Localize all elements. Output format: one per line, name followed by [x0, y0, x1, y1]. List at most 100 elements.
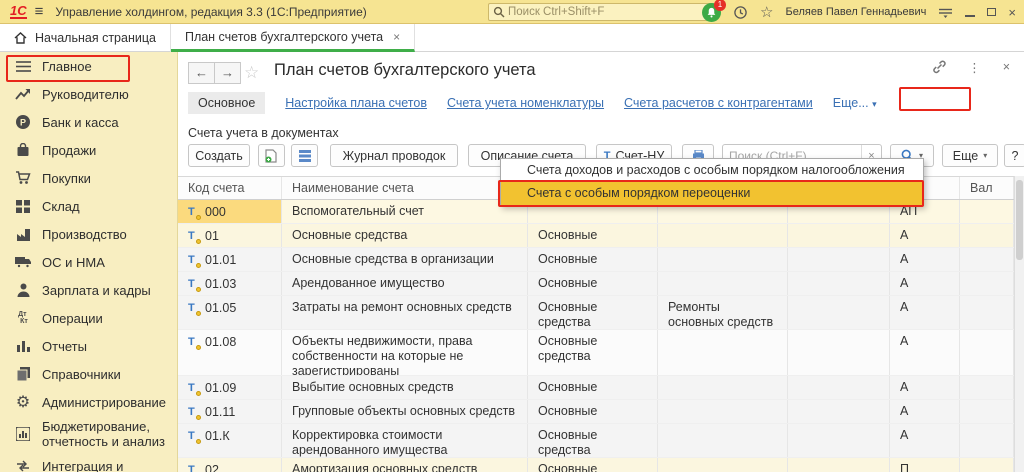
table-row[interactable]: Т01.03 Арендованное имущество Основные с… [178, 272, 1014, 296]
account-icon: Т [188, 253, 198, 268]
cart-icon [14, 169, 32, 187]
nav-more-button[interactable]: Еще... ▾ [833, 96, 877, 110]
menu-icon [14, 57, 32, 75]
back-button[interactable]: ← [188, 62, 215, 84]
menu-item-special-tax-accounts[interactable]: Счета доходов и расходов с особым порядк… [501, 159, 923, 181]
budget-chart-icon [14, 425, 32, 443]
minimize-icon[interactable] [965, 15, 975, 17]
table-row[interactable]: Т01 Основные средства Основные средства … [178, 224, 1014, 248]
table-row[interactable]: Т01.01 Основные средства в организации О… [178, 248, 1014, 272]
account-icon: Т [188, 429, 198, 444]
table-row[interactable]: Т01.05 Затраты на ремонт основных средст… [178, 296, 1014, 330]
sidebar-item-administrirovanie[interactable]: ⚙ Администрирование [0, 388, 177, 416]
accounts-in-documents-link[interactable]: Счета учета в документах [188, 126, 339, 140]
current-user[interactable]: Беляев Павел Геннадьевич [785, 6, 926, 18]
table-more-button[interactable]: Еще▾ [942, 144, 998, 167]
sidebar-item-pokupki[interactable]: Покупки [0, 164, 177, 192]
nav-counterparty-accounts[interactable]: Счета расчетов с контрагентами [624, 96, 813, 110]
trend-icon [14, 85, 32, 103]
sidebar-item-otchety[interactable]: Отчеты [0, 332, 177, 360]
restore-window-icon[interactable] [987, 8, 996, 16]
1c-logo: 1С [10, 4, 27, 19]
accounts-table: Код счета Наименование счета Субконто 1 … [178, 176, 1014, 472]
sidebar-item-rukovoditelyu[interactable]: Руководителю [0, 80, 177, 108]
account-icon: Т [188, 205, 198, 220]
search-icon [493, 6, 505, 18]
home-icon [14, 32, 27, 44]
nav-main[interactable]: Основное [188, 92, 265, 114]
factory-icon [14, 225, 32, 243]
gear-icon: ⚙ [14, 393, 32, 411]
account-icon: Т [188, 301, 198, 316]
sidebar-item-label: Бюджетирование, отчетность и анализ [42, 419, 171, 449]
sales-bag-icon [14, 141, 32, 159]
notifications-bell-icon[interactable]: 1 [702, 3, 721, 22]
nav-item-accounts[interactable]: Счета учета номенклатуры [447, 96, 604, 110]
sidebar-item-label: Администрирование [42, 395, 166, 410]
close-window-icon[interactable]: × [1008, 6, 1016, 19]
column-header[interactable]: Код счета [178, 177, 282, 199]
tab-home[interactable]: Начальная страница [0, 24, 171, 52]
chevron-down-icon: ▾ [872, 99, 877, 109]
table-row[interactable]: Т01.11 Групповые объекты основных средст… [178, 400, 1014, 424]
new-document-icon [265, 149, 278, 163]
sidebar-item-operacii[interactable]: Дт Кт Операции [0, 304, 177, 332]
sidebar-item-integraciya[interactable]: Интеграция и [0, 452, 177, 472]
vertical-scrollbar[interactable] [1014, 176, 1024, 472]
main-menu-icon[interactable]: ≡ [35, 3, 44, 20]
column-header[interactable]: Наименование счета [282, 177, 528, 199]
tab-label: План счетов бухгалтерского учета [185, 30, 383, 44]
table-row[interactable]: Т01.08 Объекты недвижимости, права собст… [178, 330, 1014, 376]
sidebar-item-prodazhi[interactable]: Продажи [0, 136, 177, 164]
sidebar-item-label: Главное [42, 59, 92, 74]
sidebar-item-spravochniki[interactable]: Справочники [0, 360, 177, 388]
service-menu-icon[interactable] [938, 6, 953, 19]
sidebar-item-zarplata[interactable]: Зарплата и кадры [0, 276, 177, 304]
favorite-star-icon[interactable]: ☆ [244, 63, 259, 83]
global-search[interactable] [488, 3, 716, 21]
scrollbar-thumb[interactable] [1016, 180, 1023, 260]
create-group-button[interactable] [258, 144, 285, 167]
nav-plan-settings[interactable]: Настройка плана счетов [285, 96, 427, 110]
svg-text:Р: Р [20, 118, 26, 128]
truck-icon [14, 253, 32, 271]
sidebar-item-label: Склад [42, 199, 80, 214]
more-menu-icon[interactable]: ⋮ [968, 60, 981, 75]
create-button[interactable]: Создать [188, 144, 250, 167]
integration-icon [14, 457, 32, 472]
get-link-icon[interactable] [931, 60, 946, 75]
sidebar-item-byudzhetirovanie[interactable]: Бюджетирование, отчетность и анализ [0, 416, 177, 452]
help-button[interactable]: ? [1004, 144, 1024, 167]
open-tabs-bar: Начальная страница План счетов бухгалтер… [0, 24, 1024, 52]
menu-item-special-revaluation-accounts[interactable]: Счета с особым порядком переоценки [501, 181, 923, 205]
table-row[interactable]: Т01.09 Выбытие основных средств Основные… [178, 376, 1014, 400]
sidebar-item-label: Отчеты [42, 339, 87, 354]
sidebar-item-label: ОС и НМА [42, 255, 105, 270]
chevron-down-icon: ▾ [983, 151, 987, 160]
table-row[interactable]: Т01.К Корректировка стоимости арендованн… [178, 424, 1014, 458]
forward-button[interactable]: → [214, 62, 241, 84]
journal-entries-button[interactable]: Журнал проводок [330, 144, 458, 167]
global-search-input[interactable] [508, 6, 698, 18]
sidebar-item-label: Интеграция и [42, 459, 123, 472]
close-form-icon[interactable]: × [1003, 60, 1010, 75]
table-row[interactable]: Т02 Амортизация основных средств Основны… [178, 458, 1014, 472]
sidebar-item-proizvodstvo[interactable]: Производство [0, 220, 177, 248]
sidebar-item-bank-i-kassa[interactable]: Р Банк и касса [0, 108, 177, 136]
sidebar-item-label: Покупки [42, 171, 91, 186]
more-dropdown-menu: Счета доходов и расходов с особым порядк… [500, 158, 924, 206]
favorites-star-icon[interactable]: ☆ [760, 5, 773, 20]
sidebar-item-os-i-nma[interactable]: ОС и НМА [0, 248, 177, 276]
account-icon: Т [188, 229, 198, 244]
sidebar-item-glavnoe[interactable]: Главное [0, 52, 177, 80]
sidebar-item-label: Зарплата и кадры [42, 283, 151, 298]
history-icon[interactable] [733, 5, 748, 20]
list-view-button[interactable] [291, 144, 318, 167]
tab-close-icon[interactable]: × [393, 30, 400, 44]
account-icon: Т [188, 277, 198, 292]
sidebar-item-sklad[interactable]: Склад [0, 192, 177, 220]
sections-panel: Главное Руководителю Р Банк и касса Прод… [0, 52, 178, 472]
account-icon: Т [188, 405, 198, 420]
tab-chart-of-accounts[interactable]: План счетов бухгалтерского учета × [171, 24, 415, 52]
column-header[interactable]: Вал [960, 177, 1014, 199]
